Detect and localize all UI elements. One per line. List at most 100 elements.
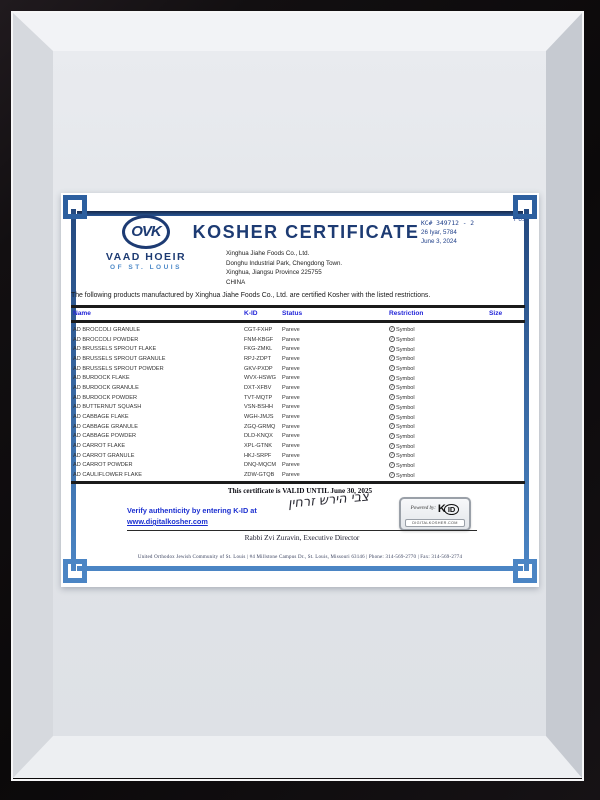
border-corner-square xyxy=(513,195,537,219)
cell-restriction: ✓Symbol xyxy=(389,355,489,362)
cell-product-name: AD CARROT FLAKE xyxy=(73,443,244,449)
issue-date: June 3, 2024 xyxy=(421,237,474,246)
table-row: AD CAULIFLOWER FLAKE ZDW-GTQB Pareve ✓Sy… xyxy=(61,470,523,480)
hebrew-date: 26 Iyar, 5784 xyxy=(421,228,474,237)
table-row: AD CARROT FLAKE XPL-GTNK Pareve ✓Symbol xyxy=(61,441,523,451)
restriction-label: Symbol xyxy=(396,337,415,343)
cell-kid: WVX-HSWG xyxy=(244,375,282,381)
check-circle-icon: ✓ xyxy=(389,375,395,381)
cell-kid: CGT-FXHP xyxy=(244,327,282,333)
cell-product-name: AD BURDOCK FLAKE xyxy=(73,375,244,381)
certificate-title: KOSHER CERTIFICATE xyxy=(171,222,441,243)
product-table-body: AD BROCCOLI GRANULE CGT-FXHP Pareve ✓Sym… xyxy=(61,325,539,480)
cell-restriction: ✓Symbol xyxy=(389,433,489,440)
cell-restriction: ✓Symbol xyxy=(389,462,489,469)
table-row: AD CABBAGE POWDER DLD-KNQX Pareve ✓Symbo… xyxy=(61,432,523,442)
cell-restriction: ✓Symbol xyxy=(389,452,489,459)
cell-restriction: ✓Symbol xyxy=(389,423,489,430)
digitalkosher-domain-label: DIGITALKOSHER.COM xyxy=(405,519,465,527)
cell-restriction: ✓Symbol xyxy=(389,365,489,372)
cell-kid: DNQ-MQCM xyxy=(244,462,282,468)
restriction-label: Symbol xyxy=(396,434,415,440)
check-circle-icon: ✓ xyxy=(389,433,395,439)
cell-kid: TVT-MQTP xyxy=(244,395,282,401)
digitalkosher-link[interactable]: www.digitalkosher.com xyxy=(127,517,208,526)
cell-status: Pareve xyxy=(282,472,389,478)
check-circle-icon: ✓ xyxy=(389,326,395,332)
table-row: AD BRUSSELS SPROUT GRANULE RPJ-ZDPT Pare… xyxy=(61,354,523,364)
check-circle-icon: ✓ xyxy=(389,394,395,400)
cell-status: Pareve xyxy=(282,453,389,459)
cell-kid: HKJ-SRPF xyxy=(244,453,282,459)
cell-kid: WGH-JMJS xyxy=(244,414,282,420)
cell-kid: RPJ-ZDPT xyxy=(244,356,282,362)
cell-status: Pareve xyxy=(282,346,389,352)
check-circle-icon: ✓ xyxy=(389,414,395,420)
restriction-label: Symbol xyxy=(396,385,415,391)
restriction-label: Symbol xyxy=(396,415,415,421)
cell-status: Pareve xyxy=(282,404,389,410)
cell-product-name: AD CABBAGE FLAKE xyxy=(73,414,244,420)
certificate-info: KC# 349712 - 2 26 Iyar, 5784 June 3, 202… xyxy=(421,219,474,246)
column-header-size: Size xyxy=(489,310,523,317)
cell-product-name: AD CABBAGE GRANULE xyxy=(73,424,244,430)
cell-kid: XPL-GTNK xyxy=(244,443,282,449)
cell-restriction: ✓Symbol xyxy=(389,336,489,343)
cell-restriction: ✓Symbol xyxy=(389,384,489,391)
cell-restriction: ✓Symbol xyxy=(389,404,489,411)
cell-kid: DLD-KNQX xyxy=(244,433,282,439)
check-circle-icon: ✓ xyxy=(389,384,395,390)
company-address-line: Donghu Industrial Park, Chengdong Town. xyxy=(226,259,342,269)
restriction-label: Symbol xyxy=(396,405,415,411)
column-header-status: Status xyxy=(282,310,389,317)
ovk-logo-icon: OVK xyxy=(122,215,170,249)
cell-status: Pareve xyxy=(282,385,389,391)
certificate-paper: OVK VAAD HOEIR OF ST. LOUIS KOSHER CERTI… xyxy=(61,193,539,587)
cell-status: Pareve xyxy=(282,462,389,468)
table-row: AD CARROT GRANULE HKJ-SRPF Pareve ✓Symbo… xyxy=(61,451,523,461)
table-header-row: Name K-ID Status Restriction Size xyxy=(61,308,523,319)
framed-certificate-photo: OVK VAAD HOEIR OF ST. LOUIS KOSHER CERTI… xyxy=(0,0,600,800)
check-circle-icon: ✓ xyxy=(389,336,395,342)
cell-status: Pareve xyxy=(282,414,389,420)
cell-product-name: AD BRUSSELS SPROUT POWDER xyxy=(73,366,244,372)
restriction-label: Symbol xyxy=(396,463,415,469)
intro-statement: The following products manufactured by X… xyxy=(71,292,531,299)
table-row: AD CABBAGE GRANULE ZGQ-GRMQ Pareve ✓Symb… xyxy=(61,422,523,432)
kid-logo-id: ID xyxy=(444,504,460,515)
restriction-label: Symbol xyxy=(396,366,415,372)
certificate-number: KC# 349712 - 2 xyxy=(421,219,474,228)
powered-by-label: Powered by: xyxy=(411,506,436,511)
agency-subname: OF ST. LOUIS xyxy=(81,264,211,271)
restriction-label: Symbol xyxy=(396,453,415,459)
organization-footer-address: United Orthodox Jewish Community of St. … xyxy=(61,555,539,560)
table-row: AD BROCCOLI GRANULE CGT-FXHP Pareve ✓Sym… xyxy=(61,325,523,335)
table-row: AD BURDOCK GRANULE DXT-XFBV Pareve ✓Symb… xyxy=(61,383,523,393)
hebrew-bsd: בס"ד xyxy=(513,217,525,223)
check-circle-icon: ✓ xyxy=(389,472,395,478)
cell-restriction: ✓Symbol xyxy=(389,472,489,479)
cell-restriction: ✓Symbol xyxy=(389,443,489,450)
table-row: AD BURDOCK FLAKE WVX-HSWG Pareve ✓Symbol xyxy=(61,373,523,383)
restriction-label: Symbol xyxy=(396,395,415,401)
table-row: AD BRUSSELS SPROUT FLAKE FKG-ZMKL Pareve… xyxy=(61,344,523,354)
cell-status: Pareve xyxy=(282,366,389,372)
verify-text: Verify authenticity by entering K-ID at xyxy=(127,505,257,516)
cell-product-name: AD CABBAGE POWDER xyxy=(73,433,244,439)
cell-kid: ZDW-GTQB xyxy=(244,472,282,478)
cell-product-name: AD BROCCOLI GRANULE xyxy=(73,327,244,333)
cell-status: Pareve xyxy=(282,443,389,449)
cell-product-name: AD BROCCOLI POWDER xyxy=(73,337,244,343)
agency-name: VAAD HOEIR xyxy=(81,251,211,263)
powered-by-kid-badge: Powered by:KID DIGITALKOSHER.COM xyxy=(399,497,471,531)
table-rule-under-header xyxy=(71,320,525,323)
cell-product-name: AD BURDOCK POWDER xyxy=(73,395,244,401)
column-header-kid: K-ID xyxy=(244,310,282,317)
table-row: AD BURDOCK POWDER TVT-MQTP Pareve ✓Symbo… xyxy=(61,393,523,403)
table-row: AD CARROT POWDER DNQ-MQCM Pareve ✓Symbol xyxy=(61,461,523,471)
cell-kid: VSN-BSHH xyxy=(244,404,282,410)
check-circle-icon: ✓ xyxy=(389,443,395,449)
cell-product-name: AD CARROT GRANULE xyxy=(73,453,244,459)
cell-status: Pareve xyxy=(282,375,389,381)
cell-product-name: AD CARROT POWDER xyxy=(73,462,244,468)
